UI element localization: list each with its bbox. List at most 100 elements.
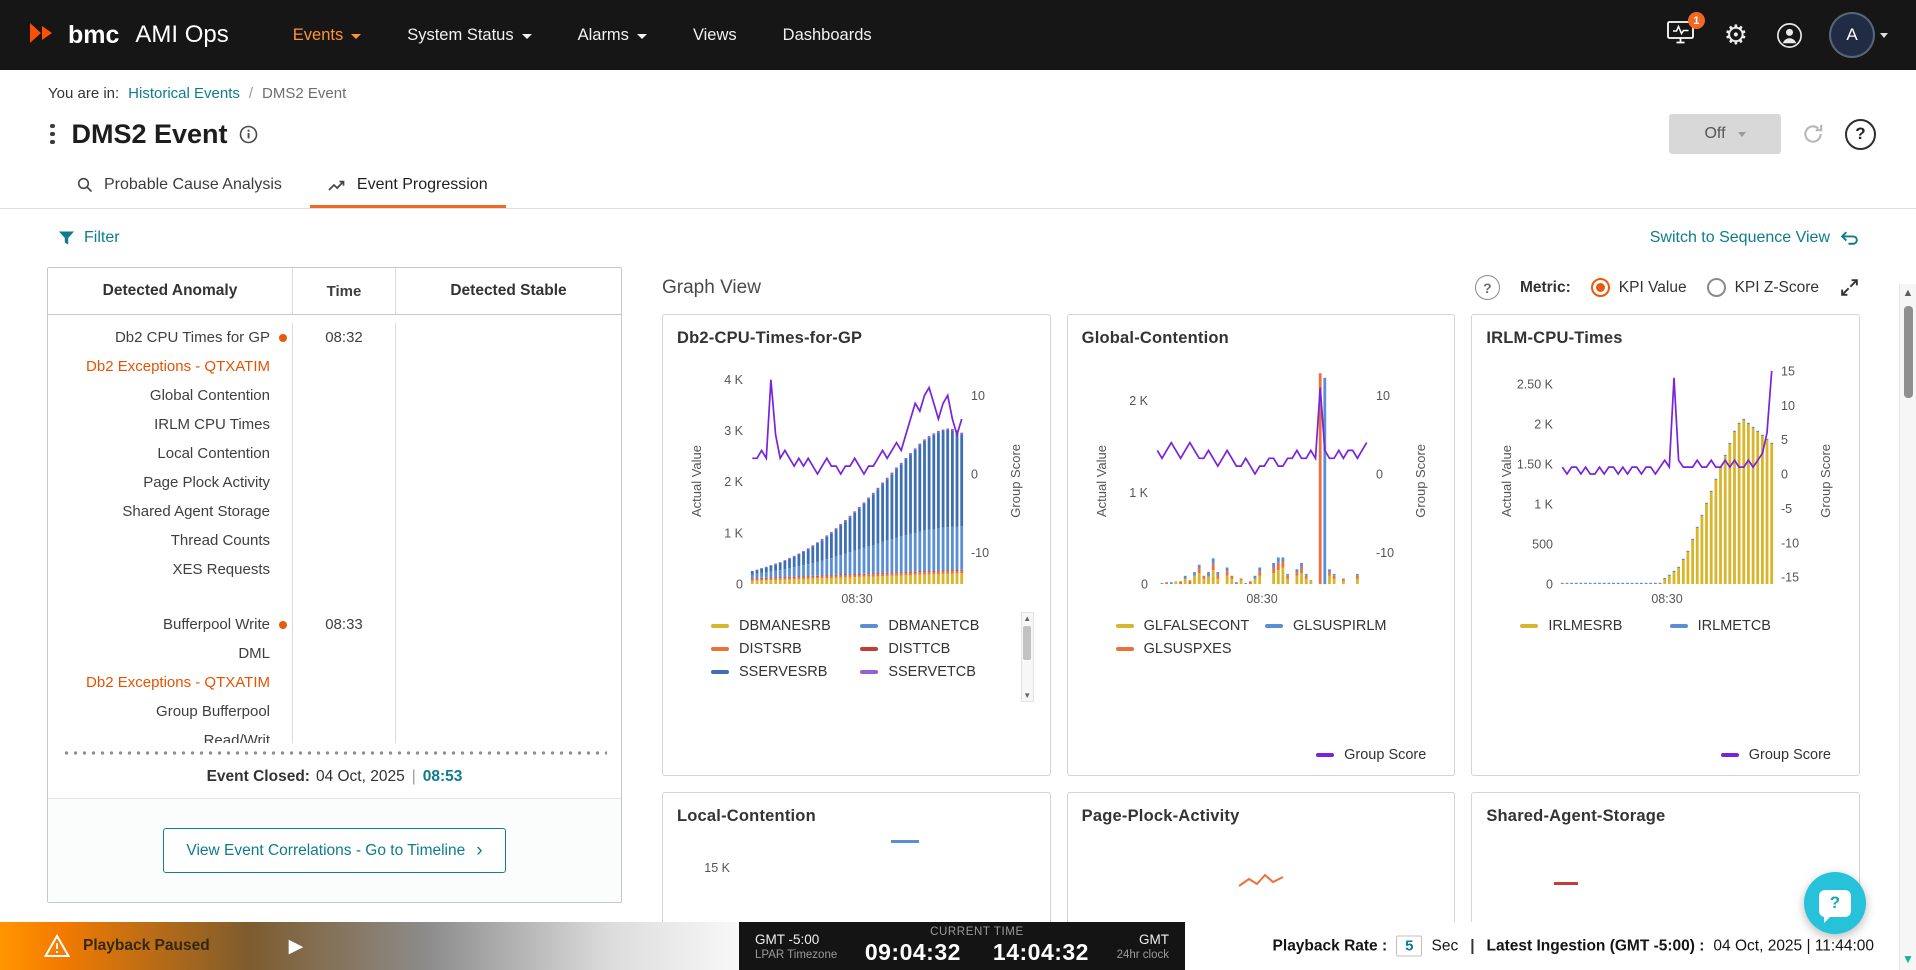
table-row[interactable]: Db2 Exceptions - QTXATIM (48, 352, 621, 381)
legend-item[interactable]: GLSUSPIRLM (1265, 618, 1410, 634)
anomaly-cell: Shared Agent Storage (48, 497, 293, 526)
svg-text:4 K: 4 K (725, 373, 744, 387)
table-row[interactable]: DML (48, 639, 621, 668)
y-axis-label: Actual Value (1094, 445, 1109, 517)
metric-option-kpi-value[interactable]: KPI Value (1591, 278, 1687, 297)
svg-text:1 K: 1 K (1534, 498, 1553, 512)
title-actions: Off ? (1669, 114, 1876, 154)
svg-text:5: 5 (1781, 433, 1788, 447)
table-row[interactable]: Bufferpool Write08:33 (48, 610, 621, 639)
metric-option-kpi-z-score[interactable]: KPI Z-Score (1707, 278, 1819, 297)
table-row[interactable]: Shared Agent Storage (48, 497, 621, 526)
kebab-menu-icon[interactable] (46, 118, 59, 151)
user-menu[interactable]: A (1831, 14, 1888, 56)
scrollbar-thumb[interactable] (1023, 626, 1031, 660)
stable-cell (396, 497, 621, 526)
table-row[interactable]: Page Plock Activity (48, 468, 621, 497)
view-correlations-button[interactable]: View Event Correlations - Go to Timeline… (163, 828, 505, 873)
switch-to-sequence-view-link[interactable]: Switch to Sequence View (1650, 229, 1860, 247)
playback-off-toggle[interactable]: Off (1669, 114, 1781, 154)
time-gmt: 14:04:32 (993, 939, 1089, 966)
legend-item[interactable]: Group Score (1721, 747, 1831, 763)
legend-item[interactable]: IRLMETCB (1670, 618, 1815, 634)
system-monitor-button[interactable]: 1 (1666, 19, 1696, 51)
refresh-icon[interactable] (1801, 122, 1825, 146)
scrollbar-thumb[interactable] (1904, 306, 1913, 398)
time-cell (293, 468, 396, 497)
play-button[interactable]: ▶ (289, 937, 304, 956)
page-scrollbar[interactable]: ▲ ▼ (1899, 284, 1916, 970)
legend-label: DISTTCB (888, 641, 950, 657)
legend-item[interactable]: DBMANETCB (860, 618, 1005, 634)
legend-item[interactable]: DISTSRB (711, 641, 856, 657)
table-row[interactable]: XES Requests (48, 555, 621, 584)
nav-item-alarms[interactable]: Alarms (578, 26, 647, 45)
timezone-left-value: GMT -5:00 (755, 932, 837, 947)
legend-swatch (1316, 753, 1334, 757)
legend-label: DBMANETCB (888, 618, 979, 634)
table-row[interactable]: Local Contention (48, 439, 621, 468)
legend-item[interactable]: Group Score (1316, 747, 1426, 763)
legend-item[interactable]: GLFALSECONT (1116, 618, 1261, 634)
scroll-down-icon[interactable]: ▼ (1902, 952, 1914, 966)
g ear-icon[interactable]: ⚙ (1724, 22, 1748, 49)
breadcrumb-separator: / (249, 85, 253, 106)
graph-panel: Graph View ? Metric: KPI ValueKPI Z-Scor… (662, 267, 1860, 918)
nav-item-events[interactable]: Events (293, 26, 361, 45)
table-row[interactable]: Db2 CPU Times for GP08:32 (48, 323, 621, 352)
radio-icon[interactable] (1707, 278, 1726, 297)
scroll-up-icon[interactable]: ▲ (1903, 287, 1914, 299)
col-header-time: Time (293, 268, 396, 314)
breadcrumb-link-historical-events[interactable]: Historical Events (128, 85, 240, 106)
nav-item-system-status[interactable]: System Status (407, 26, 531, 45)
table-row[interactable]: Thread Counts (48, 526, 621, 555)
graph-header-actions: ? Metric: KPI ValueKPI Z-Score (1475, 275, 1860, 300)
table-row[interactable]: Global Contention (48, 381, 621, 410)
separator: | (1470, 937, 1474, 955)
metric-help-icon[interactable]: ? (1475, 275, 1500, 300)
scroll-up-icon[interactable]: ▲ (1023, 613, 1031, 624)
legend-swatch (1116, 624, 1134, 628)
filter-button[interactable]: Filter (58, 229, 120, 247)
legend-item[interactable]: IRLMESRB (1520, 618, 1665, 634)
legend-item[interactable]: SSERVETCB (860, 664, 1005, 680)
profile-help-icon[interactable] (1776, 22, 1803, 49)
chevron-right-icon: › (476, 841, 482, 860)
nav-item-dashboards[interactable]: Dashboards (783, 26, 872, 45)
anomaly-label: Page Plock Activity (143, 474, 270, 491)
table-row[interactable]: Group Bufferpool (48, 697, 621, 726)
stable-cell (396, 668, 621, 697)
timezone-left: GMT -5:00 LPAR Timezone (755, 932, 837, 961)
anomaly-panel: Detected Anomaly Time Detected Stable Db… (47, 267, 622, 903)
legend-swatch (1265, 624, 1283, 628)
playback-rate-value[interactable]: 5 (1396, 936, 1422, 957)
anomaly-cell: Group Bufferpool (48, 697, 293, 726)
table-row[interactable]: Db2 Exceptions - QTXATIM (48, 668, 621, 697)
radio-selected-icon[interactable] (1591, 278, 1610, 297)
legend-swatch (711, 624, 729, 628)
tab-event-progression[interactable]: Event Progression (310, 162, 506, 208)
legend-item[interactable]: DISTTCB (860, 641, 1005, 657)
nav-item-views[interactable]: Views (693, 26, 737, 45)
tab-probable-cause-analysis[interactable]: Probable Cause Analysis (58, 162, 300, 208)
anomaly-label: Local Contention (157, 445, 270, 462)
chart-plot: 15 K (677, 830, 1036, 888)
legend-scrollbar[interactable]: ▲▼ (1021, 612, 1034, 702)
help-chat-button[interactable]: ? (1804, 872, 1866, 934)
legend-item[interactable]: DBMANESRB (711, 618, 856, 634)
nav-item-label: Dashboards (783, 26, 872, 45)
table-row[interactable]: IRLM CPU Times (48, 410, 621, 439)
brand[interactable]: bmc AMI Ops (28, 21, 229, 50)
help-icon[interactable]: ? (1845, 119, 1876, 150)
legend-item[interactable]: SSERVESRB (711, 664, 856, 680)
legend-item[interactable]: GLSUSPXES (1116, 641, 1261, 657)
analysis-icon (76, 176, 94, 194)
chart-canvas: 01 K2 K100-1008:30 (1109, 352, 1413, 610)
expand-icon[interactable] (1839, 277, 1860, 298)
chart-plot: Actual Value01 K2 K100-1008:30Group Scor… (1082, 352, 1441, 610)
info-icon[interactable] (239, 125, 258, 144)
table-row[interactable]: Read/Writ (48, 726, 621, 743)
stable-cell (396, 697, 621, 726)
event-closed-time[interactable]: 08:53 (423, 768, 463, 785)
scroll-down-icon[interactable]: ▼ (1023, 690, 1031, 701)
